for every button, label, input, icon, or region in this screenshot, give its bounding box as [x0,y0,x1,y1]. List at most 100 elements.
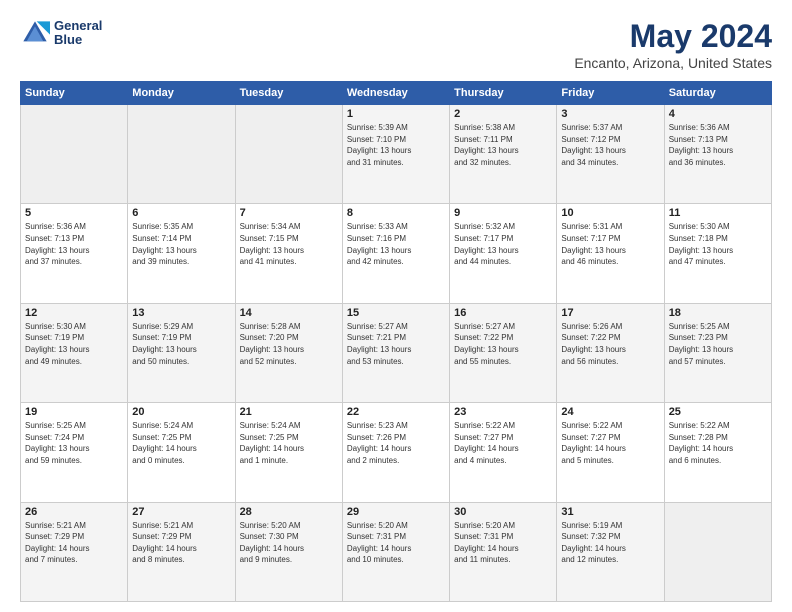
calendar-cell: 24 Sunrise: 5:22 AM Sunset: 7:27 PM Dayli… [557,403,664,502]
page: General Blue May 2024 Encanto, Arizona, … [0,0,792,612]
day-info: Sunrise: 5:26 AM Sunset: 7:22 PM Dayligh… [561,321,659,367]
day-info: Sunrise: 5:30 AM Sunset: 7:18 PM Dayligh… [669,221,767,267]
day-info: Sunrise: 5:29 AM Sunset: 7:19 PM Dayligh… [132,321,230,367]
day-number: 7 [240,207,338,219]
weekday-header-tuesday: Tuesday [235,82,342,105]
day-info: Sunrise: 5:38 AM Sunset: 7:11 PM Dayligh… [454,122,552,168]
day-number: 21 [240,406,338,418]
weekday-header-saturday: Saturday [664,82,771,105]
calendar-cell: 5 Sunrise: 5:36 AM Sunset: 7:13 PM Daylig… [21,204,128,303]
calendar-cell: 1Sunrise: 5:39 AM Sunset: 7:10 PM Daylig… [342,105,449,204]
day-number: 27 [132,506,230,518]
calendar-cell: 26 Sunrise: 5:21 AM Sunset: 7:29 PM Dayli… [21,502,128,601]
day-info: Sunrise: 5:20 AM Sunset: 7:30 PM Dayligh… [240,520,338,566]
day-info: Sunrise: 5:25 AM Sunset: 7:23 PM Dayligh… [669,321,767,367]
calendar-cell: 7 Sunrise: 5:34 AM Sunset: 7:15 PM Daylig… [235,204,342,303]
day-info: Sunrise: 5:27 AM Sunset: 7:21 PM Dayligh… [347,321,445,367]
day-number: 1 [347,108,445,120]
calendar-cell: 4Sunrise: 5:36 AM Sunset: 7:13 PM Daylig… [664,105,771,204]
day-info: Sunrise: 5:24 AM Sunset: 7:25 PM Dayligh… [132,420,230,466]
day-info: Sunrise: 5:35 AM Sunset: 7:14 PM Dayligh… [132,221,230,267]
calendar-cell [235,105,342,204]
calendar-cell: 8 Sunrise: 5:33 AM Sunset: 7:16 PM Daylig… [342,204,449,303]
day-number: 16 [454,307,552,319]
calendar-week-row: 5 Sunrise: 5:36 AM Sunset: 7:13 PM Daylig… [21,204,772,303]
calendar-cell: 25Sunrise: 5:22 AM Sunset: 7:28 PM Dayli… [664,403,771,502]
day-number: 9 [454,207,552,219]
calendar-title: May 2024 [574,18,772,55]
day-number: 2 [454,108,552,120]
day-info: Sunrise: 5:28 AM Sunset: 7:20 PM Dayligh… [240,321,338,367]
day-info: Sunrise: 5:25 AM Sunset: 7:24 PM Dayligh… [25,420,123,466]
day-number: 17 [561,307,659,319]
header: General Blue May 2024 Encanto, Arizona, … [20,18,772,71]
day-info: Sunrise: 5:24 AM Sunset: 7:25 PM Dayligh… [240,420,338,466]
day-info: Sunrise: 5:36 AM Sunset: 7:13 PM Dayligh… [669,122,767,168]
day-info: Sunrise: 5:36 AM Sunset: 7:13 PM Dayligh… [25,221,123,267]
calendar-cell: 6Sunrise: 5:35 AM Sunset: 7:14 PM Daylig… [128,204,235,303]
day-info: Sunrise: 5:32 AM Sunset: 7:17 PM Dayligh… [454,221,552,267]
calendar-cell: 31Sunrise: 5:19 AM Sunset: 7:32 PM Dayli… [557,502,664,601]
day-number: 22 [347,406,445,418]
calendar-cell: 22 Sunrise: 5:23 AM Sunset: 7:26 PM Dayli… [342,403,449,502]
weekday-header-wednesday: Wednesday [342,82,449,105]
calendar-cell: 12Sunrise: 5:30 AM Sunset: 7:19 PM Dayli… [21,303,128,402]
day-number: 19 [25,406,123,418]
calendar-cell: 13 Sunrise: 5:29 AM Sunset: 7:19 PM Dayli… [128,303,235,402]
day-number: 3 [561,108,659,120]
day-number: 14 [240,307,338,319]
day-info: Sunrise: 5:34 AM Sunset: 7:15 PM Dayligh… [240,221,338,267]
day-number: 15 [347,307,445,319]
day-info: Sunrise: 5:21 AM Sunset: 7:29 PM Dayligh… [132,520,230,566]
day-info: Sunrise: 5:33 AM Sunset: 7:16 PM Dayligh… [347,221,445,267]
day-number: 18 [669,307,767,319]
logo-icon [20,18,50,48]
calendar-cell: 15 Sunrise: 5:27 AM Sunset: 7:21 PM Dayli… [342,303,449,402]
day-number: 24 [561,406,659,418]
calendar-cell: 23Sunrise: 5:22 AM Sunset: 7:27 PM Dayli… [450,403,557,502]
day-number: 13 [132,307,230,319]
calendar-cell [128,105,235,204]
calendar-cell: 21 Sunrise: 5:24 AM Sunset: 7:25 PM Dayli… [235,403,342,502]
weekday-header-row: SundayMondayTuesdayWednesdayThursdayFrid… [21,82,772,105]
day-info: Sunrise: 5:31 AM Sunset: 7:17 PM Dayligh… [561,221,659,267]
calendar-cell [664,502,771,601]
calendar-cell: 28Sunrise: 5:20 AM Sunset: 7:30 PM Dayli… [235,502,342,601]
day-number: 8 [347,207,445,219]
day-info: Sunrise: 5:22 AM Sunset: 7:27 PM Dayligh… [454,420,552,466]
day-number: 20 [132,406,230,418]
calendar-cell: 14 Sunrise: 5:28 AM Sunset: 7:20 PM Dayli… [235,303,342,402]
day-number: 31 [561,506,659,518]
day-number: 25 [669,406,767,418]
calendar-week-row: 1Sunrise: 5:39 AM Sunset: 7:10 PM Daylig… [21,105,772,204]
calendar-subtitle: Encanto, Arizona, United States [574,55,772,71]
weekday-header-monday: Monday [128,82,235,105]
day-number: 11 [669,207,767,219]
logo: General Blue [20,18,102,48]
weekday-header-thursday: Thursday [450,82,557,105]
day-info: Sunrise: 5:30 AM Sunset: 7:19 PM Dayligh… [25,321,123,367]
day-info: Sunrise: 5:22 AM Sunset: 7:27 PM Dayligh… [561,420,659,466]
day-info: Sunrise: 5:21 AM Sunset: 7:29 PM Dayligh… [25,520,123,566]
weekday-header-friday: Friday [557,82,664,105]
day-number: 26 [25,506,123,518]
day-info: Sunrise: 5:20 AM Sunset: 7:31 PM Dayligh… [454,520,552,566]
calendar-cell: 20 Sunrise: 5:24 AM Sunset: 7:25 PM Dayli… [128,403,235,502]
calendar-week-row: 26 Sunrise: 5:21 AM Sunset: 7:29 PM Dayli… [21,502,772,601]
day-info: Sunrise: 5:37 AM Sunset: 7:12 PM Dayligh… [561,122,659,168]
calendar-cell: 30 Sunrise: 5:20 AM Sunset: 7:31 PM Dayli… [450,502,557,601]
calendar-cell: 11 Sunrise: 5:30 AM Sunset: 7:18 PM Dayli… [664,204,771,303]
day-info: Sunrise: 5:23 AM Sunset: 7:26 PM Dayligh… [347,420,445,466]
calendar-cell: 17 Sunrise: 5:26 AM Sunset: 7:22 PM Dayli… [557,303,664,402]
day-number: 10 [561,207,659,219]
day-number: 29 [347,506,445,518]
day-number: 30 [454,506,552,518]
calendar-cell: 19 Sunrise: 5:25 AM Sunset: 7:24 PM Dayli… [21,403,128,502]
day-number: 5 [25,207,123,219]
calendar-week-row: 12Sunrise: 5:30 AM Sunset: 7:19 PM Dayli… [21,303,772,402]
calendar-cell [21,105,128,204]
calendar-cell: 9 Sunrise: 5:32 AM Sunset: 7:17 PM Daylig… [450,204,557,303]
calendar-cell: 16Sunrise: 5:27 AM Sunset: 7:22 PM Dayli… [450,303,557,402]
calendar-cell: 29Sunrise: 5:20 AM Sunset: 7:31 PM Dayli… [342,502,449,601]
title-block: May 2024 Encanto, Arizona, United States [574,18,772,71]
